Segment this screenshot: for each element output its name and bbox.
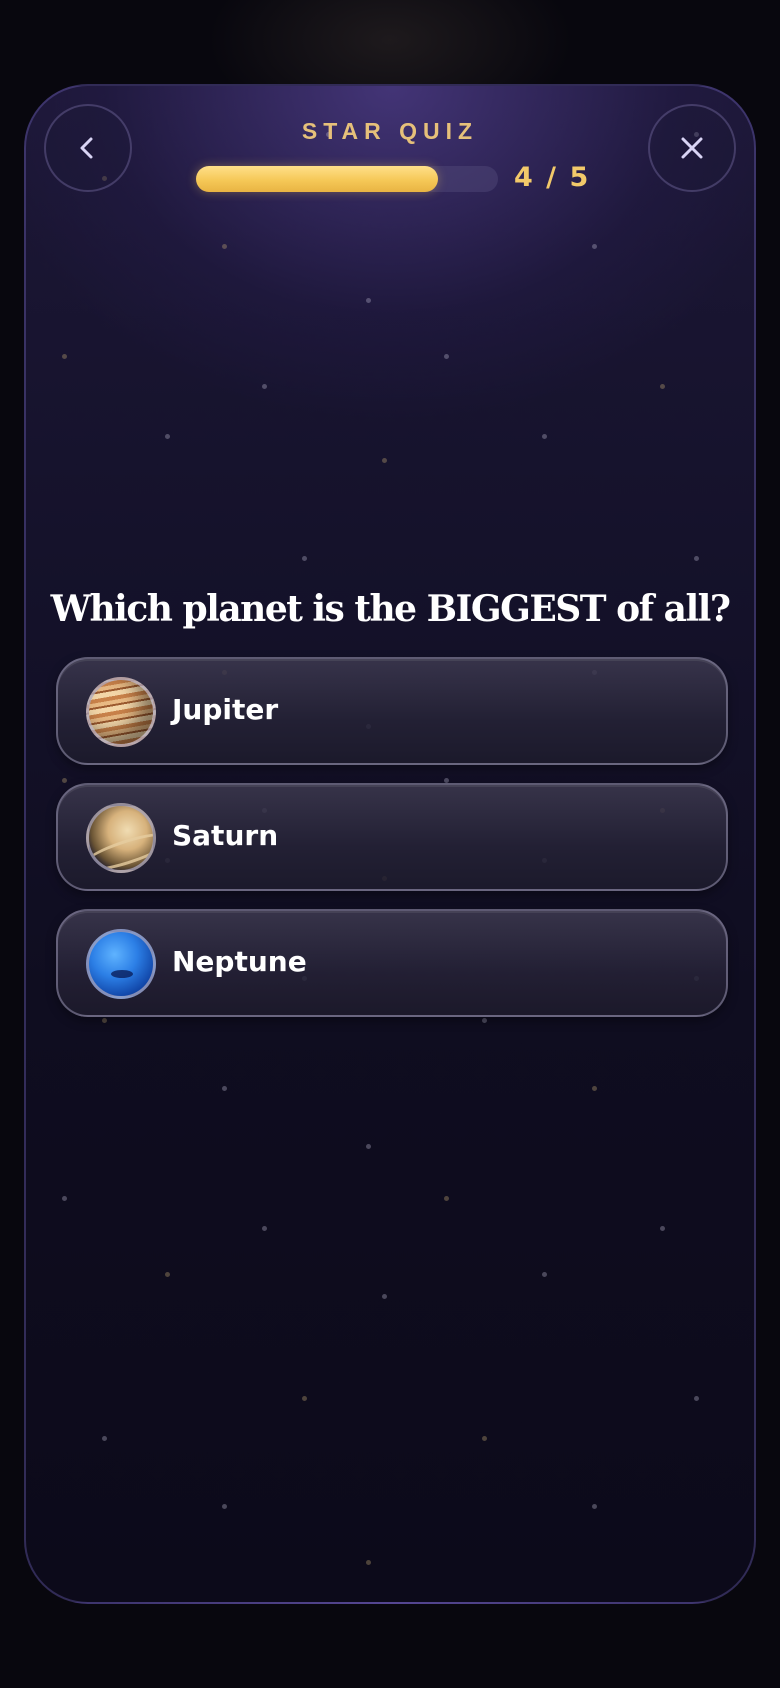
star-dot (62, 778, 67, 783)
star-dot (366, 1560, 371, 1565)
star-dot (366, 298, 371, 303)
answer-label: Jupiter (172, 693, 279, 726)
star-dot (660, 384, 665, 389)
app-screen: STAR QUIZ 4 / 5 Which planet is the BIGG… (0, 0, 780, 1688)
answer-label: Neptune (172, 945, 307, 978)
star-dot (482, 1018, 487, 1023)
saturn-icon (86, 803, 156, 873)
answer-option-saturn[interactable]: Saturn (56, 783, 728, 891)
star-dot (366, 1144, 371, 1149)
star-dot (262, 1226, 267, 1231)
star-dot (382, 458, 387, 463)
star-dot (592, 1086, 597, 1091)
star-dot (102, 1018, 107, 1023)
close-icon (677, 133, 707, 163)
star-dot (482, 1436, 487, 1441)
star-dot (222, 1504, 227, 1509)
jupiter-icon (86, 677, 156, 747)
star-dot (444, 1196, 449, 1201)
star-dot (262, 384, 267, 389)
star-dot (660, 1226, 665, 1231)
star-dot (302, 556, 307, 561)
star-dot (694, 1396, 699, 1401)
answer-option-jupiter[interactable]: Jupiter (56, 657, 728, 765)
star-dot (222, 1086, 227, 1091)
answer-label: Saturn (172, 819, 279, 852)
answer-option-neptune[interactable]: Neptune (56, 909, 728, 1017)
quiz-card: STAR QUIZ 4 / 5 Which planet is the BIGG… (24, 84, 756, 1604)
star-dot (444, 354, 449, 359)
question-text: Which planet is the BIGGEST of all? (50, 588, 731, 630)
star-dot (592, 244, 597, 249)
star-dot (694, 556, 699, 561)
star-dot (62, 1196, 67, 1201)
star-dot (382, 1294, 387, 1299)
star-dot (592, 1504, 597, 1509)
star-dot (542, 1272, 547, 1277)
quiz-title: STAR QUIZ (301, 118, 479, 144)
star-dot (62, 354, 67, 359)
progress-fill (196, 166, 438, 192)
star-dot (102, 1436, 107, 1441)
progress-bar (196, 166, 498, 192)
star-dot (165, 434, 170, 439)
star-dot (165, 1272, 170, 1277)
star-dot (222, 244, 227, 249)
neptune-icon (86, 929, 156, 999)
progress-counter: 4 / 5 (514, 162, 591, 193)
star-dot (542, 434, 547, 439)
close-button[interactable] (648, 104, 736, 192)
star-dot (302, 1396, 307, 1401)
